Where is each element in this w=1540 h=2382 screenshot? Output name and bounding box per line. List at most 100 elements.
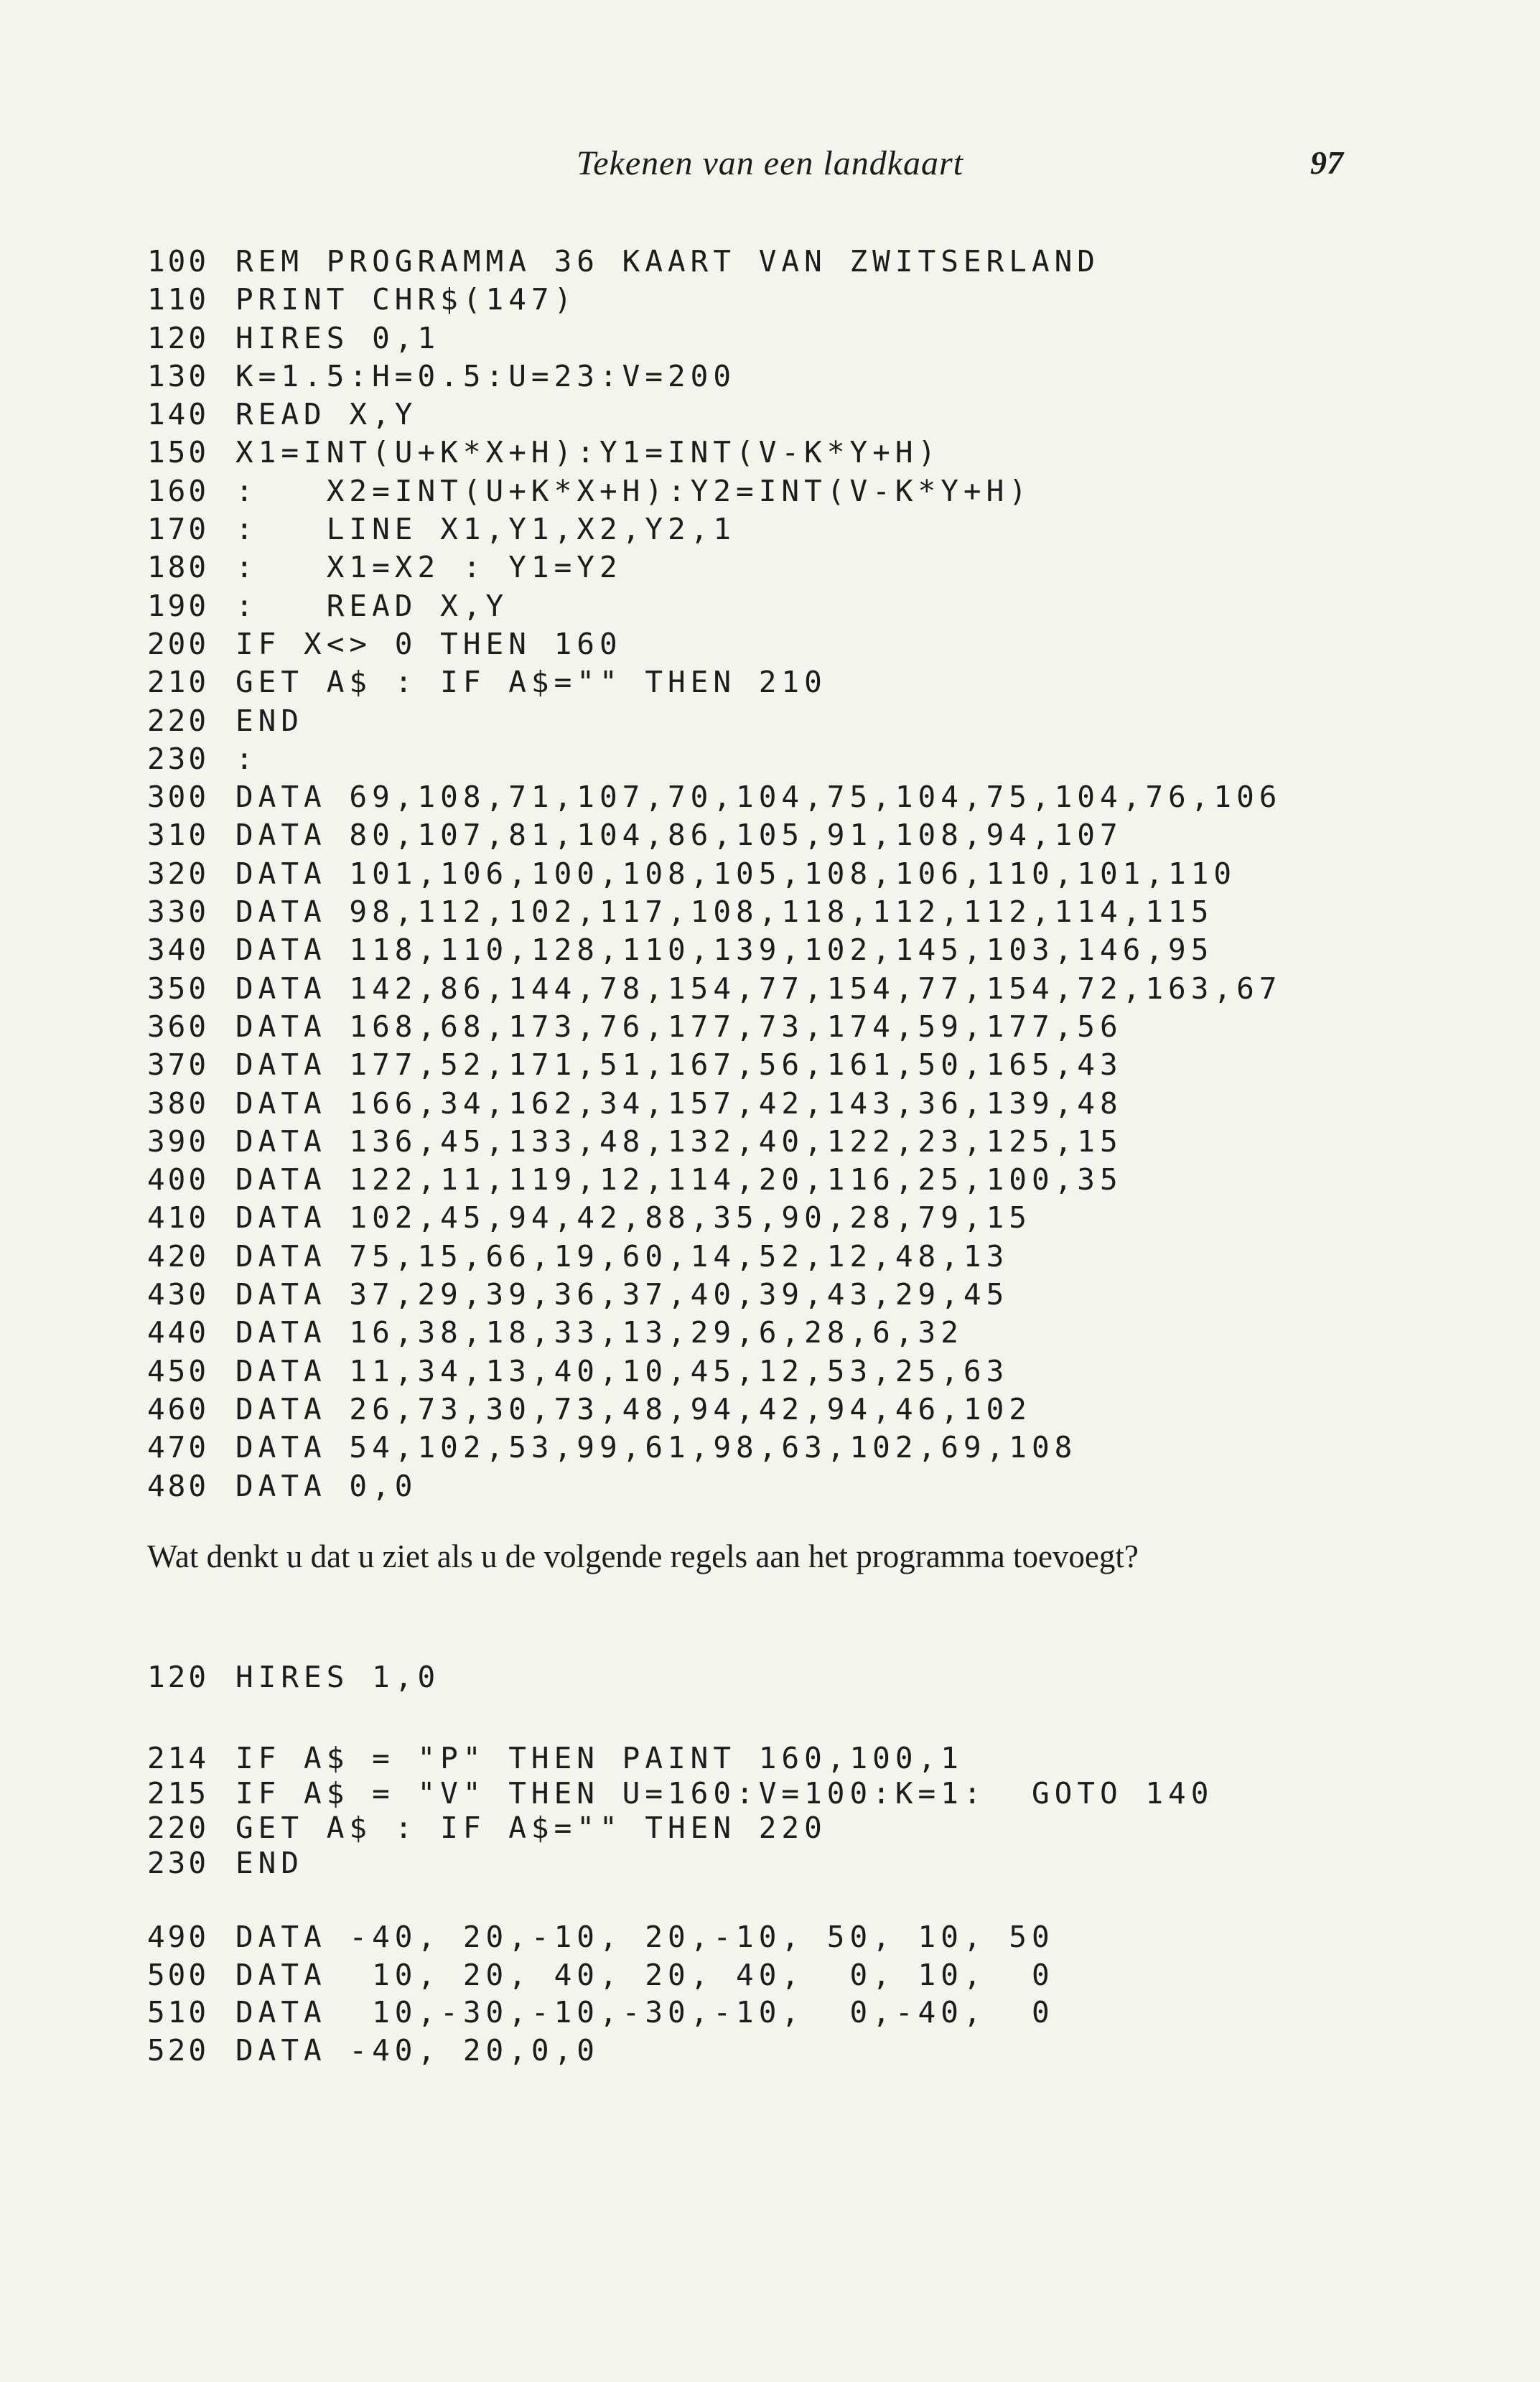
code-statement: IF A$ = "P" THEN PAINT 160,100,1: [235, 1741, 963, 1775]
line-number: 430: [147, 1277, 210, 1312]
code-line: 310 DATA 80,107,81,104,86,105,91,108,94,1…: [147, 816, 1282, 854]
code-statement: DATA 0,0: [235, 1468, 418, 1503]
line-number: 130: [147, 358, 210, 393]
code-line: 100 REM PROGRAMMA 36 KAART VAN ZWITSERLAN…: [147, 243, 1282, 281]
code-statement: END: [235, 1846, 304, 1881]
line-number: 120: [147, 1660, 210, 1694]
code-statement: DATA 122,11,119,12,114,20,116,25,100,35: [235, 1162, 1123, 1197]
line-number: 460: [147, 1391, 210, 1426]
line-number: 380: [147, 1085, 210, 1121]
addition-listing-data: 490 DATA -40, 20,-10, 20,-10, 50, 10, 50 5…: [147, 1918, 1055, 2069]
code-line: 230:: [147, 740, 1282, 778]
code-statement: : X1=X2 : Y1=Y2: [235, 550, 622, 585]
code-line: 500 DATA 10, 20, 40, 20, 40, 0, 10, 0: [147, 1956, 1055, 1994]
code-statement: : LINE X1,Y1,X2,Y2,1: [235, 512, 737, 547]
question-paragraph: Wat denkt u dat u ziet als u de volgende…: [147, 1538, 1139, 1574]
line-number: 410: [147, 1200, 210, 1236]
code-line: 420 DATA 75,15,66,19,60,14,52,12,48,13: [147, 1238, 1282, 1276]
code-line: 160: X2=INT(U+K*X+H):Y2=INT(V-K*Y+H): [147, 472, 1282, 510]
code-statement: DATA 16,38,18,33,13,29,6,28,6,32: [235, 1315, 963, 1350]
code-line: 210 GET A$ : IF A$="" THEN 210: [147, 663, 1282, 701]
line-number: 210: [147, 665, 210, 700]
code-statement: END: [235, 703, 304, 738]
line-number: 160: [147, 473, 210, 508]
line-number: 390: [147, 1124, 210, 1159]
code-line: 140 READ X,Y: [147, 396, 1282, 434]
code-line: 480 DATA 0,0: [147, 1467, 1282, 1505]
line-number: 150: [147, 435, 210, 470]
code-line: 360 DATA 168,68,173,76,177,73,174,59,177,…: [147, 1008, 1282, 1046]
code-line: 170: LINE X1,Y1,X2,Y2,1: [147, 510, 1282, 548]
code-statement: DATA 10,-30,-10,-30,-10, 0,-40, 0: [235, 1995, 1055, 2030]
code-line: 120 HIRES 0,1: [147, 319, 1282, 358]
code-statement: DATA 98,112,102,117,108,118,112,112,114,…: [235, 895, 1214, 930]
line-number: 110: [147, 282, 210, 317]
book-page: Tekenen van een landkaart 97 100 REM PROG…: [0, 0, 1540, 2382]
code-line: 220 END: [147, 702, 1282, 740]
code-line: 410 DATA 102,45,94,42,88,35,90,28,79,15: [147, 1199, 1282, 1237]
code-statement: DATA 101,106,100,108,105,108,106,110,101…: [235, 856, 1237, 891]
code-line: 200 IF X<> 0 THEN 160: [147, 625, 1282, 663]
code-statement: GET A$ : IF A$="" THEN 220: [235, 1811, 827, 1846]
code-line: 150 X1=INT(U+K*X+H):Y1=INT(V-K*Y+H): [147, 434, 1282, 472]
code-statement: DATA 54,102,53,99,61,98,63,102,69,108: [235, 1430, 1078, 1465]
line-number: 510: [147, 1995, 210, 2030]
line-number: 350: [147, 971, 210, 1006]
code-line: 214 IF A$ = "P" THEN PAINT 160,100,1: [147, 1741, 1213, 1776]
code-line: 350 DATA 142,86,144,78,154,77,154,77,154,…: [147, 970, 1282, 1008]
code-statement: DATA 69,108,71,107,70,104,75,104,75,104,…: [235, 780, 1282, 815]
running-header-title: Tekenen van een landkaart: [576, 144, 964, 182]
line-number: 520: [147, 2032, 210, 2068]
code-line: 215 IF A$ = "V" THEN U=160:V=100:K=1: GOT…: [147, 1776, 1213, 1811]
code-statement: DATA 26,73,30,73,48,94,42,94,46,102: [235, 1391, 1032, 1426]
addition-listing-hires: 120 HIRES 1,0: [147, 1658, 440, 1696]
line-number: 230: [147, 741, 210, 776]
code-line: 460 DATA 26,73,30,73,48,94,42,94,46,102: [147, 1391, 1282, 1429]
code-statement: DATA 80,107,81,104,86,105,91,108,94,107: [235, 818, 1123, 853]
code-line: 220 GET A$ : IF A$="" THEN 220: [147, 1811, 1213, 1846]
code-statement: K=1.5:H=0.5:U=23:V=200: [235, 358, 737, 393]
line-number: 440: [147, 1315, 210, 1350]
code-statement: DATA 168,68,173,76,177,73,174,59,177,56: [235, 1009, 1123, 1044]
code-statement: IF A$ = "V" THEN U=160:V=100:K=1: GOTO 1…: [235, 1775, 1214, 1811]
line-number: 450: [147, 1353, 210, 1388]
code-statement: REM PROGRAMMA 36 KAART VAN ZWITSERLAND: [235, 244, 1100, 279]
code-statement: PRINT CHR$(147): [235, 282, 577, 317]
code-line: 450 DATA 11,34,13,40,10,45,12,53,25,63: [147, 1353, 1282, 1391]
code-line: 120 HIRES 1,0: [147, 1658, 440, 1696]
line-number: 420: [147, 1238, 210, 1274]
code-line: 400 DATA 122,11,119,12,114,20,116,25,100,…: [147, 1161, 1282, 1199]
line-number: 180: [147, 550, 210, 585]
code-statement: DATA 102,45,94,42,88,35,90,28,79,15: [235, 1200, 1032, 1236]
line-number: 120: [147, 320, 210, 355]
code-line: 340 DATA 118,110,128,110,139,102,145,103,…: [147, 931, 1282, 969]
code-statement: DATA 118,110,128,110,139,102,145,103,146…: [235, 933, 1214, 968]
code-line: 380 DATA 166,34,162,34,157,42,143,36,139,…: [147, 1085, 1282, 1123]
code-line: 520 DATA -40, 20,0,0: [147, 2032, 1055, 2070]
code-line: 430 DATA 37,29,39,36,37,40,39,43,29,45: [147, 1276, 1282, 1314]
code-line: 330 DATA 98,112,102,117,108,118,112,112,1…: [147, 893, 1282, 931]
line-number: 470: [147, 1430, 210, 1465]
line-number: 215: [147, 1775, 210, 1811]
line-number: 490: [147, 1920, 210, 1954]
line-number: 200: [147, 626, 210, 661]
code-statement: READ X,Y: [235, 397, 418, 432]
code-line: 110 PRINT CHR$(147): [147, 281, 1282, 319]
code-line: 390 DATA 136,45,133,48,132,40,122,23,125,…: [147, 1123, 1282, 1161]
code-statement: DATA -40, 20,0,0: [235, 2032, 599, 2068]
code-line: 440 DATA 16,38,18,33,13,29,6,28,6,32: [147, 1314, 1282, 1352]
line-number: 220: [147, 703, 210, 738]
code-statement: : READ X,Y: [235, 588, 509, 623]
line-number: 370: [147, 1047, 210, 1083]
code-line: 230 END: [147, 1846, 1213, 1881]
code-statement: DATA 142,86,144,78,154,77,154,77,154,72,…: [235, 971, 1282, 1006]
line-number: 190: [147, 588, 210, 623]
code-statement: DATA 37,29,39,36,37,40,39,43,29,45: [235, 1277, 1009, 1312]
code-line: 470 DATA 54,102,53,99,61,98,63,102,69,108: [147, 1429, 1282, 1467]
line-number: 400: [147, 1162, 210, 1197]
line-number: 310: [147, 818, 210, 853]
line-number: 330: [147, 895, 210, 930]
page-number: 97: [1310, 144, 1343, 181]
code-line: 190 : READ X,Y: [147, 587, 1282, 625]
code-statement: DATA 10, 20, 40, 20, 40, 0, 10, 0: [235, 1957, 1055, 1992]
